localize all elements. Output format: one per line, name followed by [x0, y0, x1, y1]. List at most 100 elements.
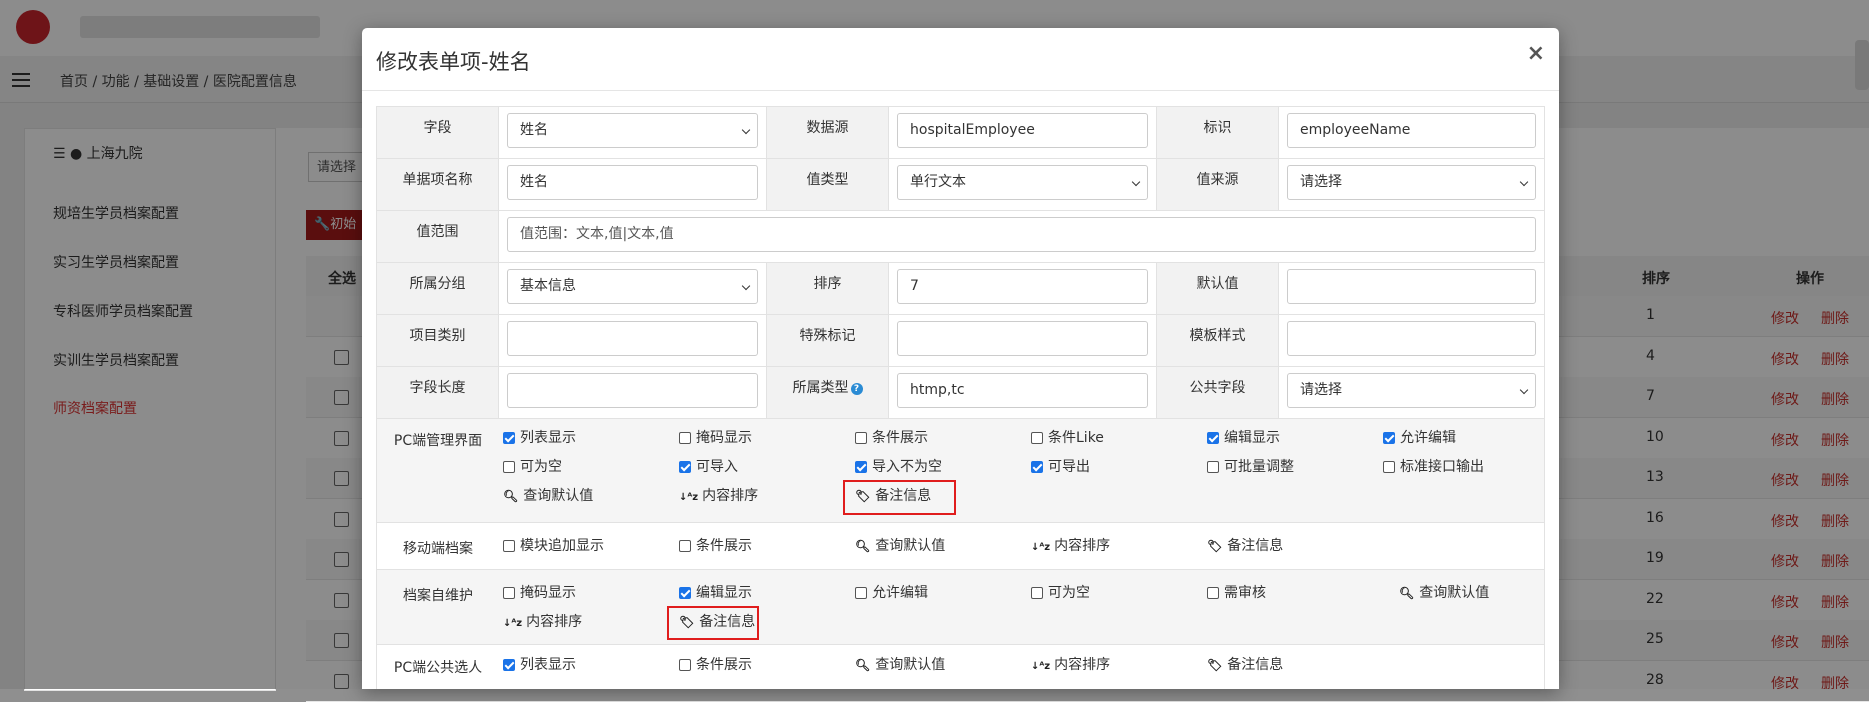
checkbox-option[interactable]: 条件Like — [1031, 430, 1104, 446]
belong-type-label: 所属类型? — [766, 366, 889, 419]
template-style-label: 模板样式 — [1156, 314, 1279, 367]
checkbox[interactable] — [855, 587, 867, 599]
checkbox[interactable] — [679, 540, 691, 552]
checkbox-option[interactable]: 条件展示 — [679, 538, 752, 554]
special-mark-label: 特殊标记 — [766, 314, 889, 367]
checkbox-option[interactable]: 列表显示 — [503, 657, 576, 673]
special-mark-input[interactable] — [897, 321, 1148, 356]
value-source-select[interactable]: 请选择 — [1287, 165, 1536, 200]
value-type-select[interactable]: 单行文本 — [897, 165, 1148, 200]
group-label: 所属分组 — [376, 262, 499, 315]
search-icon: 🔍︎ — [503, 489, 519, 503]
search-icon: 🔍︎ — [1399, 586, 1415, 600]
checkbox-option[interactable]: 可导入 — [679, 459, 738, 475]
content-sort-option[interactable]: ↓ᴬz 内容排序 — [1031, 657, 1110, 673]
checkbox[interactable] — [1207, 432, 1219, 444]
value-range-input[interactable]: 值范围：文本,值|文本,值 — [507, 217, 1536, 252]
checkbox-option[interactable]: 条件展示 — [855, 430, 928, 446]
checkbox-option[interactable]: 掩码显示 — [679, 430, 752, 446]
checkbox[interactable] — [503, 587, 515, 599]
checkbox[interactable] — [503, 659, 515, 671]
mobile-label: 移动端档案 — [403, 541, 473, 557]
public-field-label: 公共字段 — [1156, 366, 1279, 419]
checkbox-option[interactable]: 允许编辑 — [1383, 430, 1456, 446]
query-default-option[interactable]: 🔍︎ 查询默认值 — [503, 488, 593, 504]
checkbox[interactable] — [1031, 461, 1043, 473]
checkbox[interactable] — [503, 540, 515, 552]
template-style-input[interactable] — [1287, 321, 1536, 356]
datasource-label: 数据源 — [766, 106, 889, 159]
checkbox[interactable] — [1031, 587, 1043, 599]
checkbox[interactable] — [503, 461, 515, 473]
highlight-box — [843, 480, 956, 515]
checkbox-option[interactable]: 可导出 — [1031, 459, 1090, 475]
query-default-option[interactable]: 🔍︎ 查询默认值 — [1399, 585, 1489, 601]
field-length-input[interactable] — [507, 373, 758, 408]
checkbox[interactable] — [1207, 587, 1219, 599]
item-category-input[interactable] — [507, 321, 758, 356]
close-icon[interactable]: × — [1527, 42, 1545, 66]
value-type-label: 值类型 — [766, 158, 889, 211]
content-sort-option[interactable]: ↓ᴬz 内容排序 — [679, 488, 758, 504]
search-icon: 🔍︎ — [855, 658, 871, 672]
edit-form-item-modal: 修改表单项-姓名 × 字段 姓名 数据源 hospitalEmployee 标识… — [362, 28, 1559, 689]
checkbox-option[interactable]: 编辑显示 — [679, 585, 752, 601]
field-select[interactable]: 姓名 — [507, 113, 758, 148]
checkbox[interactable] — [679, 659, 691, 671]
mobile-section: 移动端档案 模块追加显示 条件展示 🔍︎ 查询默认值 ↓ᴬz 内容排序 🏷︎ 备注信息 — [376, 522, 1545, 570]
item-name-input[interactable]: 姓名 — [507, 165, 758, 200]
checkbox-option[interactable]: 标准接口输出 — [1383, 459, 1484, 475]
checkbox[interactable] — [1383, 432, 1395, 444]
checkbox[interactable] — [1383, 461, 1395, 473]
checkbox[interactable] — [1031, 432, 1043, 444]
checkbox-option[interactable]: 可为空 — [503, 459, 562, 475]
pc-admin-label: PC端管理界面 — [393, 433, 483, 449]
field-label: 字段 — [376, 106, 499, 159]
sort-input[interactable]: 7 — [897, 269, 1148, 304]
datasource-input[interactable]: hospitalEmployee — [897, 113, 1148, 148]
search-icon: 🔍︎ — [855, 539, 871, 553]
checkbox[interactable] — [1207, 461, 1219, 473]
sort-label: 排序 — [766, 262, 889, 315]
sort-alpha-icon: ↓ᴬz — [1031, 542, 1051, 553]
modal-header: 修改表单项-姓名 × — [362, 28, 1559, 91]
checkbox-option[interactable]: 列表显示 — [503, 430, 576, 446]
sort-alpha-icon: ↓ᴬz — [503, 618, 523, 629]
query-default-option[interactable]: 🔍︎ 查询默认值 — [855, 538, 945, 554]
checkbox-option[interactable]: 掩码显示 — [503, 585, 576, 601]
checkbox-option[interactable]: 需审核 — [1207, 585, 1266, 601]
sort-alpha-icon: ↓ᴬz — [679, 492, 699, 503]
checkbox[interactable] — [855, 461, 867, 473]
remark-option[interactable]: 🏷︎ 备注信息 — [1207, 538, 1283, 554]
identifier-input[interactable]: employeeName — [1287, 113, 1536, 148]
checkbox[interactable] — [679, 432, 691, 444]
pc-public-label: PC端公共选人 — [393, 660, 483, 676]
checkbox[interactable] — [679, 587, 691, 599]
checkbox-option[interactable]: 可批量调整 — [1207, 459, 1294, 475]
content-sort-option[interactable]: ↓ᴬz 内容排序 — [503, 614, 582, 630]
remark-option[interactable]: 🏷︎ 备注信息 — [1207, 657, 1283, 673]
default-value-input[interactable] — [1287, 269, 1536, 304]
value-range-label: 值范围 — [376, 210, 499, 263]
checkbox[interactable] — [503, 432, 515, 444]
checkbox[interactable] — [855, 432, 867, 444]
checkbox-option[interactable]: 导入不为空 — [855, 459, 942, 475]
query-default-option[interactable]: 🔍︎ 查询默认值 — [855, 657, 945, 673]
checkbox-option[interactable]: 编辑显示 — [1207, 430, 1280, 446]
content-sort-option[interactable]: ↓ᴬz 内容排序 — [1031, 538, 1110, 554]
checkbox-option[interactable]: 模块追加显示 — [503, 538, 604, 554]
help-icon[interactable]: ? — [850, 383, 863, 395]
item-name-label: 单据项名称 — [376, 158, 499, 211]
belong-type-input[interactable]: htmp,tc — [897, 373, 1148, 408]
modal-title: 修改表单项-姓名 — [376, 50, 531, 74]
checkbox[interactable] — [679, 461, 691, 473]
pc-admin-section: PC端管理界面 列表显示 掩码显示 条件展示 条件Like 编辑显示 允许编辑可为空 可导入… — [376, 418, 1545, 523]
sort-alpha-icon: ↓ᴬz — [1031, 661, 1051, 672]
checkbox-option[interactable]: 条件展示 — [679, 657, 752, 673]
checkbox-option[interactable]: 可为空 — [1031, 585, 1090, 601]
public-field-select[interactable]: 请选择 — [1287, 373, 1536, 408]
self-maint-section: 档案自维护 掩码显示 编辑显示 允许编辑 可为空 需审核 🔍︎ 查询默认值 ↓ᴬz 内容排序… — [376, 569, 1545, 645]
field-length-label: 字段长度 — [376, 366, 499, 419]
checkbox-option[interactable]: 允许编辑 — [855, 585, 928, 601]
group-select[interactable]: 基本信息 — [507, 269, 758, 304]
